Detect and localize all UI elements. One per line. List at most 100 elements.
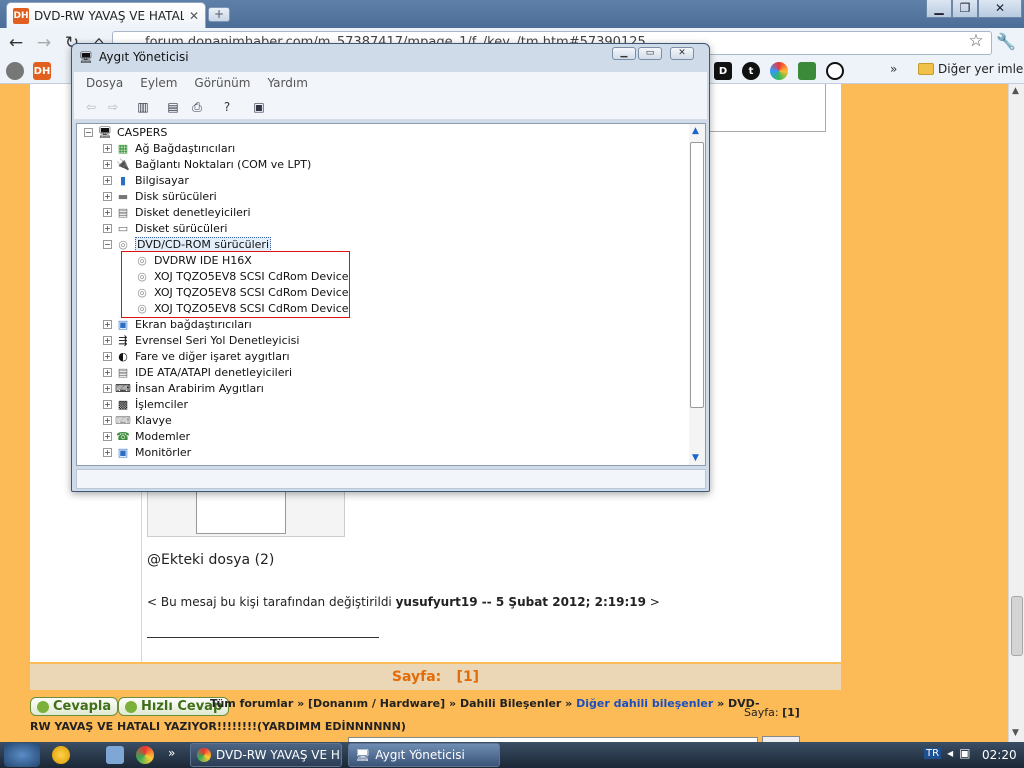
bookmark-d-icon[interactable]: D [714, 62, 732, 80]
menu-dosya[interactable]: Dosya [86, 76, 123, 90]
bookmark-dh-icon[interactable]: DH [33, 62, 51, 80]
expand-icon[interactable]: + [103, 448, 112, 457]
tree-category[interactable]: ▮ Bilgisayar [115, 172, 189, 188]
dm-minimize-button[interactable]: ▁ [612, 47, 636, 60]
tree-category[interactable]: ▭ Disket sürücüleri [115, 220, 228, 236]
browser-tab[interactable]: DH DVD-RW YAVAŞ VE HATALI YA ✕ [6, 2, 206, 28]
page-scrollbar[interactable]: ▲ ▼ [1008, 84, 1024, 742]
expand-icon[interactable]: + [103, 352, 112, 361]
language-indicator[interactable]: TR [924, 747, 942, 759]
bookmark-ball-icon[interactable] [826, 62, 844, 80]
minimize-button[interactable]: ▁ [926, 0, 952, 18]
expand-icon[interactable]: + [103, 224, 112, 233]
tree-category[interactable]: ▤ Disket denetleyicileri [115, 204, 251, 220]
tree-category[interactable]: ◐ Fare ve diğer işaret aygıtları [115, 348, 289, 364]
clock[interactable]: 02:20 [982, 748, 1017, 762]
expand-icon[interactable]: + [103, 192, 112, 201]
tree-category[interactable]: ▩ İşlemciler [115, 396, 188, 412]
forward-arrow-icon[interactable]: → [33, 32, 55, 54]
show-desktop-icon[interactable] [106, 746, 124, 764]
reply-button[interactable]: Cevapla [30, 697, 119, 716]
scrollbar-thumb[interactable] [1011, 596, 1023, 656]
menu-gorunum[interactable]: Görünüm [194, 76, 250, 90]
expand-icon[interactable]: + [103, 208, 112, 217]
footer-pager-value[interactable]: [1] [782, 706, 800, 719]
bookmark-picasa-icon[interactable] [770, 62, 788, 80]
crumb-hardware[interactable]: [Donanım / Hardware] [308, 697, 445, 710]
tree-category[interactable]: ⌨ İnsan Arabirim Aygıtları [115, 380, 264, 396]
dm-close-button[interactable]: ✕ [670, 47, 694, 60]
chrome-icon[interactable] [136, 746, 154, 764]
taskbar-item-devmgr[interactable]: 🖥 Aygıt Yöneticisi [348, 743, 500, 767]
tree-category-dvd[interactable]: ◎ DVD/CD-ROM sürücüleri [115, 236, 272, 252]
bookmark-icon[interactable] [6, 62, 24, 80]
crumb-all-forums[interactable]: Tüm forumlar [210, 697, 293, 710]
expand-icon[interactable]: + [103, 160, 112, 169]
tree-category[interactable]: ▤ IDE ATA/ATAPI denetleyicileri [115, 364, 292, 380]
tree-scrollbar[interactable]: ▲ ▼ [689, 124, 705, 465]
tree-category[interactable]: 🔌 Bağlantı Noktaları (COM ve LPT) [115, 156, 311, 172]
print-icon[interactable]: ⎙ [188, 98, 206, 116]
tree-category[interactable]: ☎ Modemler [115, 428, 190, 444]
expand-icon[interactable]: + [103, 384, 112, 393]
close-tab-icon[interactable]: ✕ [189, 9, 199, 23]
scroll-down-icon[interactable]: ▼ [1012, 728, 1019, 738]
expand-icon[interactable]: + [103, 336, 112, 345]
tree-category[interactable]: ▦ Ağ Bağdaştırıcıları [115, 140, 235, 156]
bookmark-star-icon[interactable]: ☆ [966, 31, 986, 51]
expand-icon[interactable]: + [103, 144, 112, 153]
bookmark-leaf-icon[interactable] [798, 62, 816, 80]
tree-device[interactable]: ◎ XOJ TQZO5EV8 SCSI CdRom Device [134, 300, 348, 316]
collapse-root-icon[interactable]: − [84, 128, 93, 137]
back-icon[interactable]: ⇦ [82, 98, 100, 116]
tree-device[interactable]: ◎ XOJ TQZO5EV8 SCSI CdRom Device [134, 268, 348, 284]
pager-current[interactable]: [1] [457, 669, 480, 685]
expand-icon[interactable]: + [103, 416, 112, 425]
forward-icon[interactable]: ⇨ [104, 98, 122, 116]
scroll-up-icon[interactable]: ▲ [1012, 86, 1019, 96]
quicklaunch-app-icon[interactable] [52, 746, 70, 764]
network-icon[interactable]: ▣ [959, 746, 970, 760]
speaker-icon[interactable]: ◂ [947, 746, 953, 760]
more-bookmarks-icon[interactable]: » [890, 62, 897, 76]
expand-icon[interactable]: + [103, 432, 112, 441]
scroll-down-icon[interactable]: ▼ [692, 453, 699, 463]
scroll-up-icon[interactable]: ▲ [692, 126, 699, 136]
crumb-other-internal[interactable]: Diğer dahili bileşenler [576, 697, 713, 710]
menu-yardim[interactable]: Yardım [267, 76, 307, 90]
tree-category[interactable]: ▬ Disk sürücüleri [115, 188, 217, 204]
quicklaunch-more-icon[interactable]: » [168, 746, 175, 760]
show-hide-tree-icon[interactable]: ▥ [134, 98, 152, 116]
help-icon[interactable]: ? [218, 98, 236, 116]
restore-button[interactable]: ❐ [952, 0, 978, 18]
back-arrow-icon[interactable]: ← [5, 32, 27, 54]
other-bookmarks-folder[interactable]: Diğer yer imleri [918, 62, 1024, 76]
tree-category[interactable]: ▣ Ekran bağdaştırıcıları [115, 316, 252, 332]
tree-category[interactable]: ⇶ Evrensel Seri Yol Denetleyicisi [115, 332, 299, 348]
attachment-thumbnail[interactable] [147, 487, 345, 537]
new-tab-button[interactable]: + [208, 7, 230, 22]
tree-device[interactable]: ◎ DVDRW IDE H16X [134, 252, 252, 268]
expand-icon[interactable]: + [103, 176, 112, 185]
dm-maximize-button[interactable]: ▭ [638, 47, 662, 60]
scan-hardware-icon[interactable]: ▣ [250, 98, 268, 116]
tree-device[interactable]: ◎ XOJ TQZO5EV8 SCSI CdRom Device [134, 284, 348, 300]
bookmark-t-icon[interactable]: t [742, 62, 760, 80]
crumb-internal[interactable]: Dahili Bileşenler [460, 697, 561, 710]
attachments-label[interactable]: @Ekteki dosya (2) [147, 552, 274, 568]
close-window-button[interactable]: ✕ [978, 0, 1022, 18]
start-button[interactable] [4, 743, 40, 767]
properties-icon[interactable]: ▤ [164, 98, 182, 116]
tree-category[interactable]: ▣ Monitörler [115, 444, 191, 460]
taskbar-item-browser[interactable]: DVD-RW YAVAŞ VE H... [190, 743, 342, 767]
tree-scrollbar-thumb[interactable] [690, 142, 704, 408]
expand-icon[interactable]: + [103, 320, 112, 329]
expand-icon[interactable]: + [103, 368, 112, 377]
collapse-icon[interactable]: − [103, 240, 112, 249]
expand-icon[interactable]: + [103, 400, 112, 409]
tree-root[interactable]: 🖥 CASPERS [97, 124, 167, 140]
menu-eylem[interactable]: Eylem [140, 76, 177, 90]
wrench-menu-icon[interactable]: 🔧 [996, 32, 1016, 51]
crumb-thread-rest[interactable]: RW YAVAŞ VE HATALI YAZIYOR!!!!!!!!(YARDI… [30, 720, 406, 733]
tree-category[interactable]: ⌨ Klavye [115, 412, 172, 428]
